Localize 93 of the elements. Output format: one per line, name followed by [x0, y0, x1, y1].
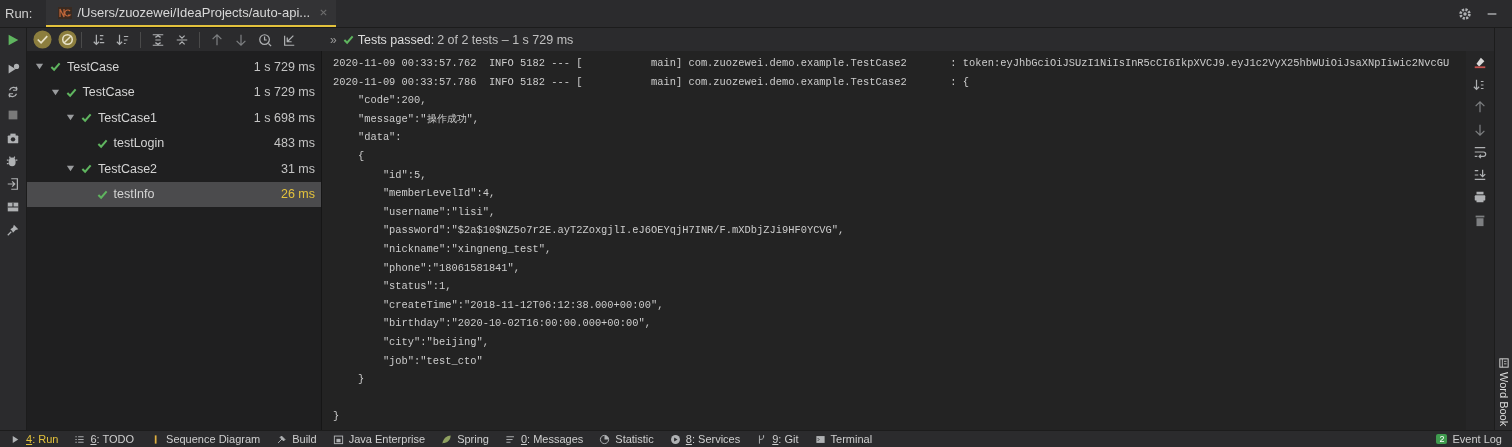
console-line: 2020-11-09 00:33:57.762 INFO 5182 --- [ main] com.zuozewei.demo.example.TestCase2 : token:eyJhbGciOiJSUzI1NiIsInR5cCI6IkpXVCJ9.eyJ1c2VyX25hbWUiOiJsaXNpIiwic2NvcGU: [333, 56, 1450, 71]
window-icon: [332, 433, 344, 445]
console-line: "createTime":"2018-11-12T06:12:38.000+00:00",: [381, 297, 664, 313]
leaf-icon: [441, 433, 453, 445]
rerun-failed-icon[interactable]: [6, 62, 20, 76]
pin-icon[interactable]: [6, 223, 20, 237]
exit-icon[interactable]: [6, 177, 20, 191]
hammer-icon: [276, 433, 288, 445]
tree-row[interactable]: TestCase 1 s 729 ms: [27, 79, 321, 105]
tool-window-button[interactable]: Terminal: [814, 433, 873, 445]
soft-wrap-icon[interactable]: [1473, 145, 1487, 159]
printer-icon[interactable]: [1473, 190, 1487, 204]
tool-window-button[interactable]: Spring: [441, 433, 489, 445]
down-arrow-icon[interactable]: [234, 32, 248, 47]
sort-icon[interactable]: [1473, 77, 1487, 92]
test-duration: 1 s 729 ms: [253, 59, 315, 74]
tool-window-button[interactable]: 0: Messages: [504, 433, 584, 445]
test-duration: 483 ms: [274, 136, 315, 151]
tool-window-button[interactable]: Java Enterprise: [332, 433, 426, 445]
console-line: "id":5,: [381, 167, 427, 183]
side-panel-tab[interactable]: Word Book: [1495, 353, 1512, 430]
layout-icon[interactable]: [6, 200, 20, 214]
tree-row[interactable]: testInfo 26 ms: [27, 181, 321, 207]
test-duration: 26 ms: [280, 187, 315, 202]
scroll-to-end-icon[interactable]: [1473, 167, 1487, 182]
tool-window-button[interactable]: 4: Run: [10, 433, 59, 445]
test-name: TestCase2: [98, 161, 159, 176]
list-icon: [74, 433, 86, 445]
tree-row[interactable]: TestCase2 31 ms: [27, 156, 321, 182]
sort-duration-icon[interactable]: [116, 32, 130, 47]
refresh-icon[interactable]: [6, 85, 20, 99]
expand-all-icon[interactable]: [151, 32, 165, 47]
messages-icon: [504, 433, 516, 445]
up-arrow-icon[interactable]: [210, 32, 224, 47]
console-line: "job":"test_cto": [381, 353, 483, 369]
stop-icon[interactable]: [6, 108, 20, 122]
console-line: "nickname":"xingneng_test",: [381, 241, 552, 257]
console-line: "birthday":"2020-10-02T16:00:00.000+00:00",: [381, 316, 651, 332]
console-line: }: [333, 409, 340, 425]
camera-icon[interactable]: [6, 131, 20, 145]
run-icon[interactable]: [6, 33, 20, 47]
console-line: "code":200,: [356, 93, 427, 109]
tool-window-button[interactable]: 6: TODO: [74, 433, 135, 445]
console-line: "data":: [356, 130, 402, 146]
console-line: "password":"$2a$10$NZ5o7r2E.ayT2ZoxgjlI.eJ6OEYqjH7INR/F.mXDbjZJi9HF0YCVG",: [381, 223, 845, 239]
tree-row[interactable]: testLogin 483 ms: [27, 130, 321, 156]
tool-window-button[interactable]: Statistic: [599, 433, 654, 445]
console-line: }: [356, 372, 365, 388]
console-line: "phone":"18061581841",: [381, 260, 521, 276]
tool-window-button[interactable]: Sequence Diagram: [150, 433, 261, 445]
test-summary: 2 of 2 tests – 1 s 729 ms: [437, 32, 574, 47]
collapse-arrow-icon[interactable]: [50, 87, 60, 97]
event-log-button[interactable]: 2 Event Log: [1436, 433, 1502, 445]
test-name: testLogin: [113, 136, 166, 151]
tool-window-button[interactable]: Build: [276, 433, 317, 445]
book-icon: [1498, 357, 1509, 368]
show-ignored-toggle[interactable]: [58, 30, 77, 49]
test-name: testInfo: [113, 187, 156, 202]
collapse-arrow-icon[interactable]: [35, 62, 44, 72]
console-line: 2020-11-09 00:33:57.786 INFO 5182 --- [ main] com.zuozewei.demo.example.TestCase2 : {: [333, 74, 969, 90]
testng-logo-icon: [58, 6, 73, 19]
console-line: "memberLevelId":4,: [381, 186, 496, 202]
more-actions-button[interactable]: »: [330, 32, 337, 47]
console-line: "city":"beijing",: [381, 334, 489, 350]
test-name: TestCase1: [98, 110, 159, 125]
collapse-arrow-icon[interactable]: [66, 113, 75, 123]
sort-alphabetical-icon[interactable]: [92, 32, 106, 47]
test-duration: 31 ms: [280, 161, 315, 176]
console-line: "status":1,: [381, 279, 452, 295]
console-line: "message":"操作成功",: [356, 111, 479, 127]
console-line: "username":"lisi",: [381, 204, 496, 220]
bug-icon[interactable]: [6, 154, 20, 168]
pie-chart-icon: [599, 433, 611, 445]
show-passed-toggle[interactable]: [33, 30, 52, 49]
panel-title: Run:: [4, 6, 33, 21]
tool-window-button[interactable]: 8: Services: [669, 433, 741, 445]
test-name: TestCase: [67, 59, 121, 74]
test-name: TestCase: [82, 85, 136, 100]
test-duration: 1 s 698 ms: [253, 110, 315, 125]
test-duration: 1 s 729 ms: [253, 85, 315, 100]
history-icon[interactable]: [258, 32, 272, 47]
down-arrow-icon[interactable]: [1473, 122, 1487, 137]
tool-window-button[interactable]: 9: Git: [756, 433, 799, 445]
run-tab[interactable]: /Users/zuozewei/IdeaProjects/auto-api...: [46, 0, 337, 27]
tree-row[interactable]: TestCase 1 s 729 ms: [27, 54, 321, 80]
eraser-icon[interactable]: [1473, 55, 1487, 69]
collapse-arrow-icon[interactable]: [66, 164, 75, 174]
tree-row[interactable]: TestCase1 1 s 698 ms: [27, 105, 321, 131]
settings-icon[interactable]: [1458, 6, 1472, 21]
console-line: {: [356, 148, 365, 164]
collapse-all-icon[interactable]: [175, 32, 189, 47]
test-status: Tests passed:: [357, 32, 435, 47]
up-arrow-icon[interactable]: [1473, 100, 1487, 114]
